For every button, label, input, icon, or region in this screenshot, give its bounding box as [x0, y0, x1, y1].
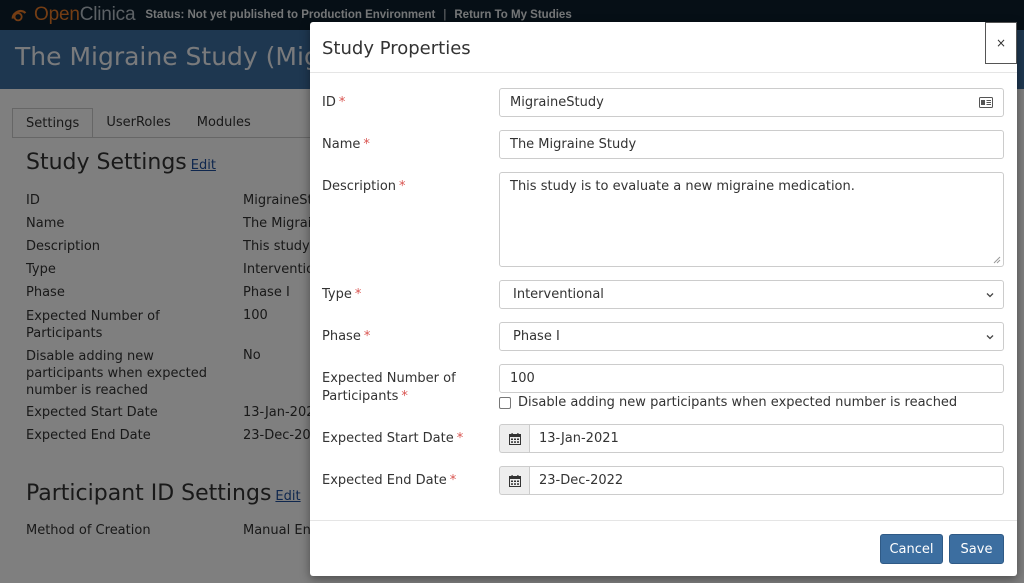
chevron-down-icon — [986, 335, 994, 340]
end-date-calendar-button[interactable] — [499, 466, 529, 495]
chevron-down-icon — [986, 293, 994, 298]
disable-adding-label[interactable]: Disable adding new participants when exp… — [518, 395, 957, 410]
start-date-label: Expected Start Date * — [322, 431, 464, 446]
modal-footer: Cancel Save — [310, 520, 1017, 576]
end-date-label: Expected End Date * — [322, 473, 457, 488]
close-icon: × — [995, 36, 1007, 50]
id-label: ID * — [322, 95, 346, 110]
expected-participants-label: Expected Number of Participants * — [322, 371, 456, 404]
type-select[interactable]: Interventional — [499, 280, 1004, 309]
disable-adding-row: Disable adding new participants when exp… — [499, 395, 957, 410]
id-input[interactable]: MigraineStudy — [499, 88, 1004, 117]
calendar-icon — [508, 432, 521, 445]
resize-grip-icon[interactable] — [993, 256, 1001, 264]
calendar-icon — [508, 474, 521, 487]
phase-selected-value: Phase I — [513, 329, 560, 344]
end-date-input[interactable]: 23-Dec-2022 — [529, 466, 1004, 495]
modal-header: Study Properties × — [310, 22, 1017, 73]
save-button[interactable]: Save — [949, 534, 1004, 564]
description-label: Description * — [322, 179, 406, 194]
end-date-field: 23-Dec-2022 — [499, 466, 1004, 495]
disable-adding-checkbox[interactable] — [499, 396, 511, 409]
close-button[interactable]: × — [985, 22, 1017, 64]
start-date-calendar-button[interactable] — [499, 424, 529, 453]
id-card-icon — [979, 97, 993, 108]
modal-title: Study Properties — [322, 38, 471, 59]
start-date-field: 13-Jan-2021 — [499, 424, 1004, 453]
phase-select[interactable]: Phase I — [499, 322, 1004, 351]
study-properties-modal: Study Properties × ID * MigraineStudy Nam… — [310, 22, 1017, 576]
description-value: This study is to evaluate a new migraine… — [510, 179, 855, 194]
cancel-button[interactable]: Cancel — [880, 534, 943, 564]
description-textarea[interactable]: This study is to evaluate a new migraine… — [499, 172, 1004, 267]
start-date-input[interactable]: 13-Jan-2021 — [529, 424, 1004, 453]
expected-participants-input[interactable]: 100 — [499, 364, 1004, 393]
type-label: Type * — [322, 287, 362, 302]
name-input[interactable]: The Migraine Study — [499, 130, 1004, 159]
phase-label: Phase * — [322, 329, 371, 344]
type-selected-value: Interventional — [513, 287, 604, 302]
name-label: Name * — [322, 137, 370, 152]
id-input-value: MigraineStudy — [510, 95, 604, 110]
